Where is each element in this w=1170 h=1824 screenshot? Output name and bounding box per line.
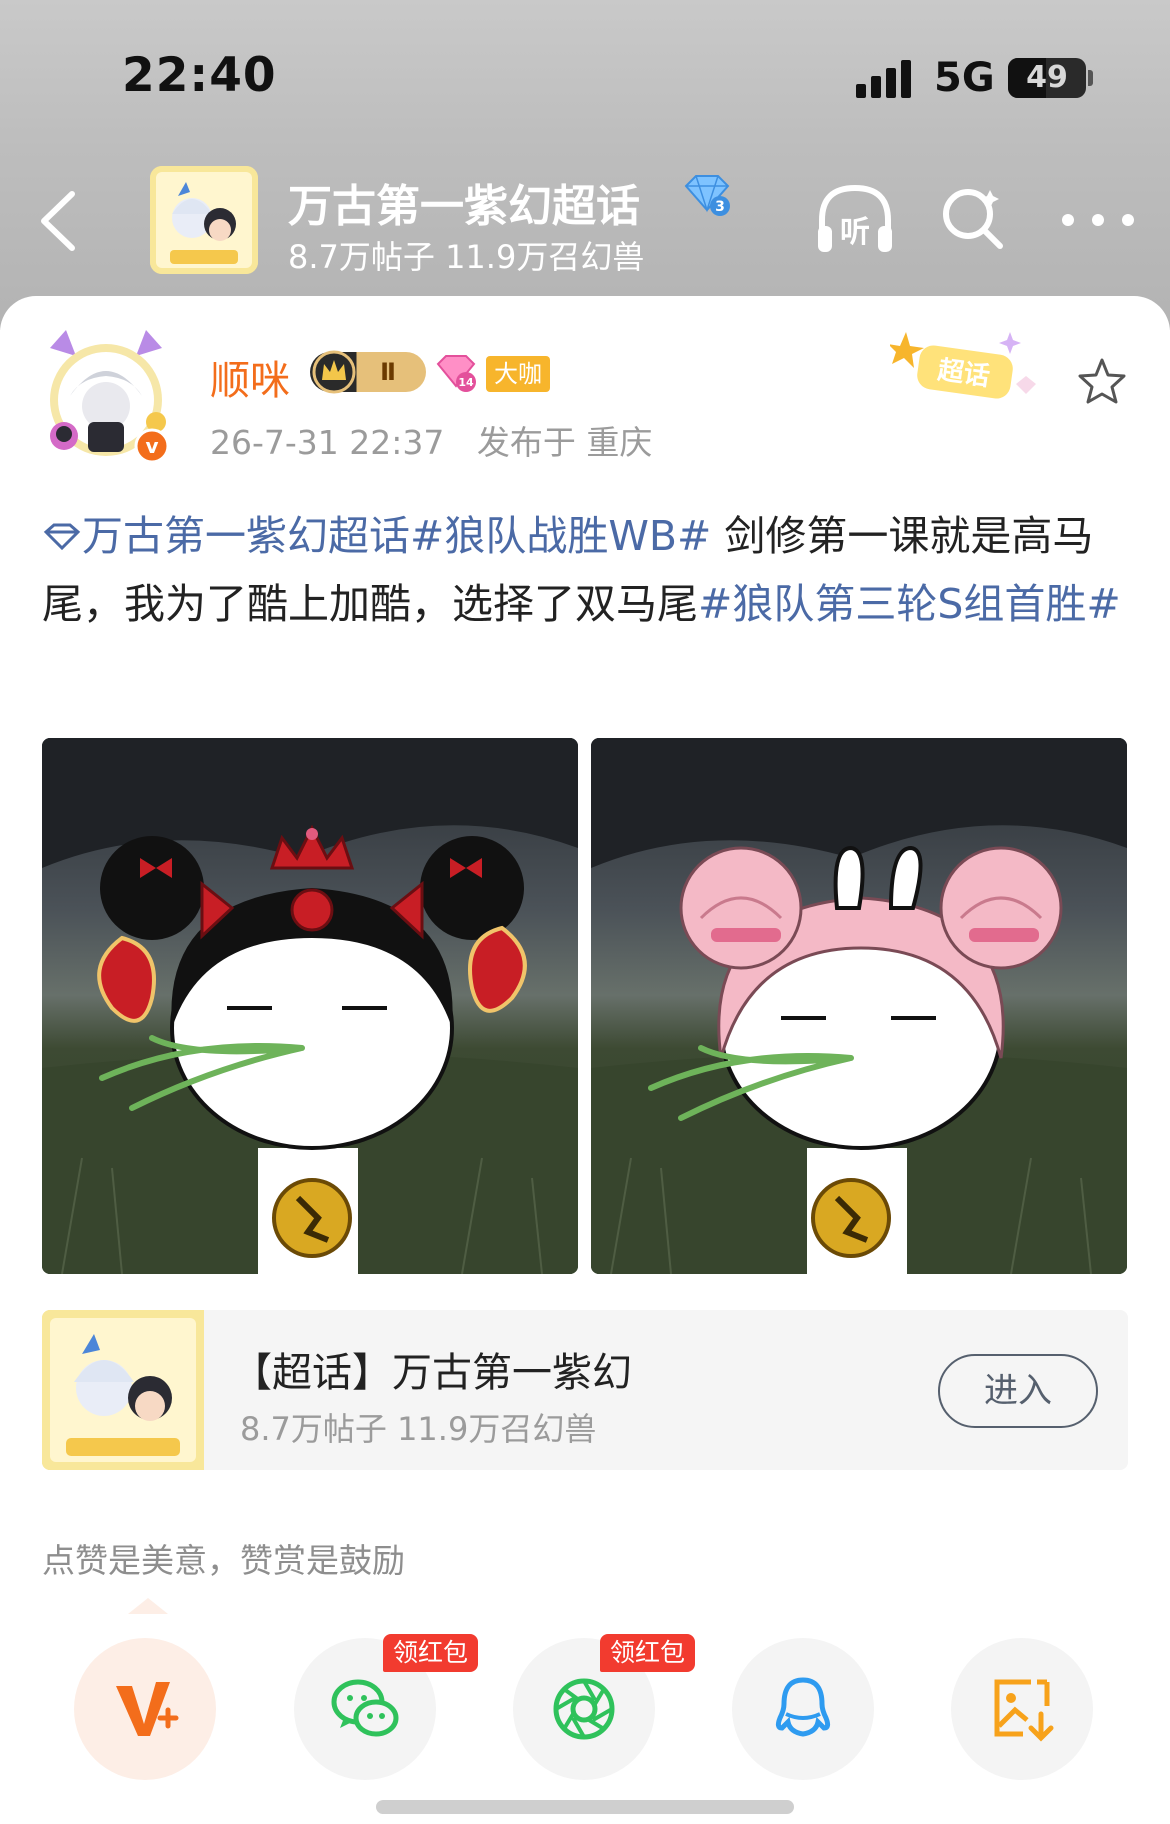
v-plus-icon xyxy=(116,1682,179,1736)
post-text: 万古第一紫幻超话#狼队战胜WB# 剑修第一课就是高马尾，我为了酷上加酷，选择了双… xyxy=(42,502,1132,638)
search-icon[interactable] xyxy=(940,184,1006,250)
home-indicator[interactable] xyxy=(376,1800,794,1814)
network-label: 5G xyxy=(934,55,995,101)
battery-icon: 49 xyxy=(1008,58,1086,98)
moments-icon xyxy=(553,1678,615,1740)
topic-link-icon xyxy=(43,523,81,551)
svg-text:v: v xyxy=(145,434,158,458)
post-image-1[interactable] xyxy=(42,738,578,1274)
status-bar: 22:40 5G 49 xyxy=(0,0,1170,150)
battery-cap xyxy=(1088,70,1093,86)
post-card: v 顺咪 Ⅱ 14 大咖 26-7-31 22:37 发布于 重庆 超话 万古第… xyxy=(0,296,1170,1824)
battery-level: 49 xyxy=(1026,60,1068,95)
tip-pointer xyxy=(128,1598,168,1614)
gem-level-icon: 14 xyxy=(436,355,476,392)
topic-nav-bar: 万古第一紫幻超话 3 8.7万帖子 11.9万召幻兽 听 xyxy=(0,150,1170,290)
supertopic-card[interactable]: 【超话】万古第一紫幻 8.7万帖子 11.9万召幻兽 进入 xyxy=(42,1310,1128,1470)
topic-link[interactable]: 万古第一紫幻超话 xyxy=(82,512,410,560)
supertopic-sticker[interactable]: 超话 xyxy=(890,324,1040,414)
supertopic-card-thumb xyxy=(42,1310,204,1470)
topic-avatar[interactable] xyxy=(150,166,258,274)
enter-button[interactable]: 进入 xyxy=(938,1354,1098,1428)
red-packet-badge: 领红包 xyxy=(383,1634,479,1672)
more-icon[interactable] xyxy=(1058,212,1138,228)
diamond-level-icon: 3 xyxy=(684,175,730,216)
supertopic-card-title: 【超话】万古第一紫幻 xyxy=(232,1350,632,1396)
dk-badge: 大咖 xyxy=(486,356,550,392)
topic-title: 万古第一紫幻超话 xyxy=(288,181,640,232)
back-icon[interactable] xyxy=(34,186,84,256)
supertopic-card-stats: 8.7万帖子 11.9万召幻兽 xyxy=(240,1410,597,1448)
save-image-icon xyxy=(994,1679,1054,1742)
hashtag-link-1[interactable]: #狼队战胜WB# xyxy=(410,512,711,560)
author-name[interactable]: 顺咪 xyxy=(210,348,290,406)
gem-level-number: 14 xyxy=(458,376,474,389)
share-qq-button[interactable] xyxy=(732,1638,874,1780)
listen-label: 听 xyxy=(840,215,870,250)
status-time: 22:40 xyxy=(122,48,277,103)
qq-icon xyxy=(775,1677,831,1737)
post-image-2[interactable] xyxy=(591,738,1127,1274)
signal-icon xyxy=(856,58,916,98)
v-plus-button[interactable] xyxy=(74,1638,216,1780)
crown-icon xyxy=(312,350,356,394)
topic-stats: 8.7万帖子 11.9万召幻兽 xyxy=(288,238,645,276)
save-image-button[interactable] xyxy=(951,1638,1093,1780)
favorite-star-icon[interactable] xyxy=(1076,356,1128,406)
post-time: 26-7-31 22:37 xyxy=(210,423,445,462)
diamond-level-number: 3 xyxy=(715,199,725,215)
reward-tip: 点赞是美意，赞赏是鼓励 xyxy=(42,1541,405,1580)
wechat-icon xyxy=(331,1679,399,1737)
post-location: 发布于 重庆 xyxy=(476,423,653,462)
listen-icon[interactable]: 听 xyxy=(814,180,896,260)
author-avatar[interactable]: v xyxy=(36,326,176,466)
red-packet-badge: 领红包 xyxy=(600,1634,696,1672)
post-meta: 26-7-31 22:37 发布于 重庆 xyxy=(210,416,674,464)
hashtag-link-2[interactable]: #狼队第三轮S组首胜# xyxy=(698,580,1121,628)
